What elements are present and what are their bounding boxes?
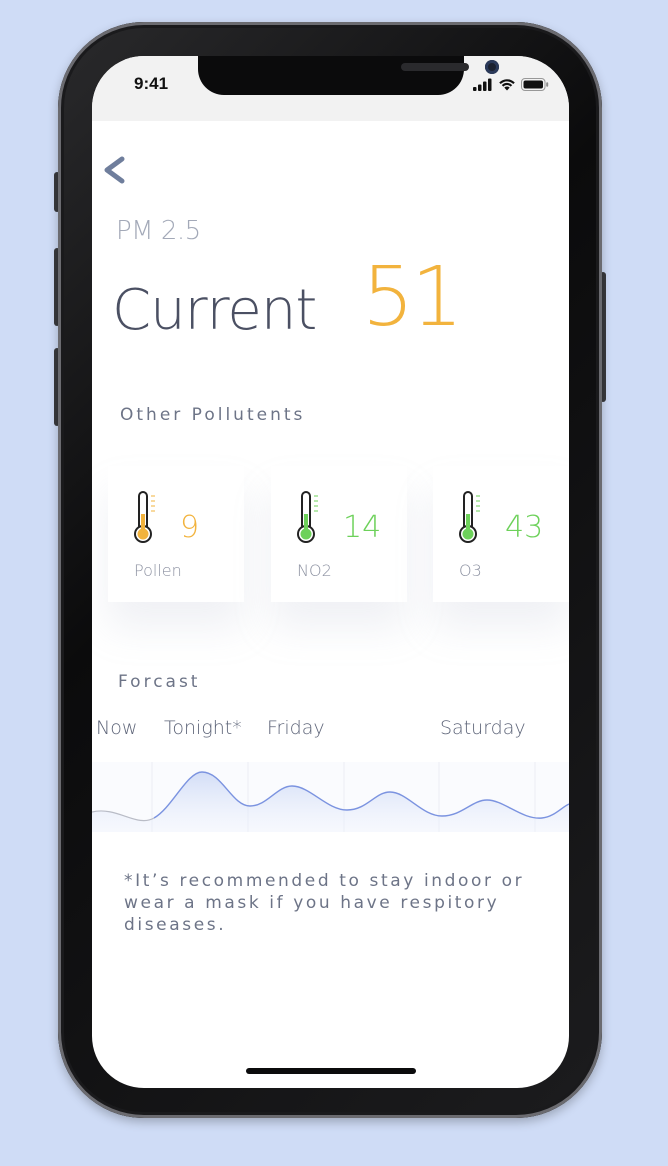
forecast-label-friday[interactable]: Friday (267, 717, 325, 739)
thermometer-icon (459, 491, 480, 543)
thermometer-icon (134, 491, 155, 543)
pollutant-name: Pollen (134, 561, 182, 580)
speaker-grille (401, 63, 469, 71)
pollutant-card-no2[interactable]: 14 NO2 (271, 466, 407, 602)
pollutant-value: 14 (343, 510, 382, 545)
pollutant-card-o3[interactable]: 43 O3 (433, 466, 569, 602)
pollutant-value: 43 (505, 510, 544, 545)
forecast-title: Forcast (118, 672, 201, 692)
front-camera (485, 60, 499, 74)
pollutants-title: Other Pollutents (120, 405, 306, 425)
back-chevron-icon[interactable] (102, 156, 126, 184)
pollutant-name: NO2 (297, 561, 332, 580)
home-indicator[interactable] (246, 1068, 416, 1074)
cellular-signal-icon (473, 78, 492, 91)
pollutant-value: 9 (180, 510, 200, 545)
health-note: *It’s recommended to stay indoor or wear… (124, 871, 525, 935)
notch (198, 56, 499, 95)
battery-icon (521, 77, 549, 91)
status-time: 9:41 (134, 74, 169, 93)
forecast-label-tonight[interactable]: Tonight* (164, 717, 242, 739)
thermometer-icon (297, 491, 318, 543)
current-label: Current (112, 278, 317, 343)
current-value: 51 (362, 250, 463, 345)
status-icons (473, 76, 549, 92)
app-screen: 9:41 PM 2.5 Current 51 Other Pollutents … (92, 56, 569, 1088)
wifi-icon (499, 78, 515, 90)
metric-label: PM 2.5 (116, 216, 201, 246)
pollutant-card-pollen[interactable]: 9 Pollen (108, 466, 244, 602)
forecast-label-now[interactable]: Now (96, 717, 137, 739)
forecast-label-saturday[interactable]: Saturday (440, 717, 526, 739)
pollutant-name: O3 (459, 561, 482, 580)
forecast-curve (92, 762, 569, 832)
